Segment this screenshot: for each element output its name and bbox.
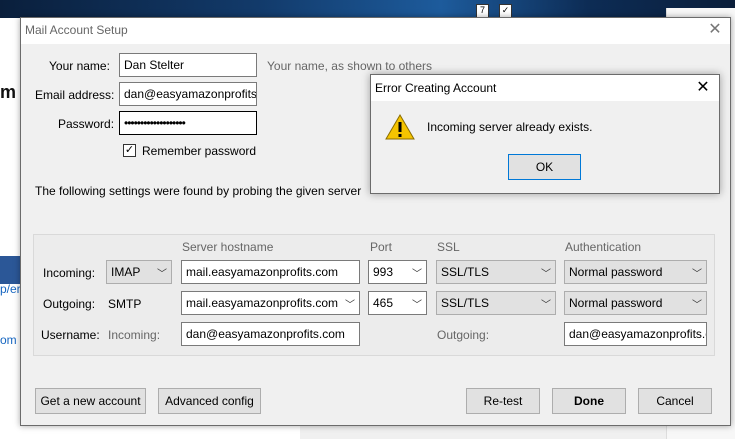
background-footer	[0, 426, 300, 439]
your-name-label: Your name:	[49, 59, 110, 73]
incoming-ssl-select[interactable]: SSL/TLS ﹀	[436, 260, 556, 284]
incoming-auth-select[interactable]: Normal password ﹀	[564, 260, 707, 284]
password-label: Password:	[58, 117, 115, 131]
dialog-title: Mail Account Setup	[25, 23, 128, 37]
advanced-config-button[interactable]: Advanced config	[158, 388, 261, 414]
incoming-ssl-value: SSL/TLS	[441, 265, 490, 279]
cancel-button[interactable]: Cancel	[638, 388, 712, 414]
retest-button[interactable]: Re-test	[466, 388, 540, 414]
outgoing-label: Outgoing:	[43, 297, 96, 311]
remember-password-checkbox[interactable]: ✓	[123, 144, 136, 157]
column-authentication: Authentication	[565, 240, 642, 254]
outgoing-hostname-select[interactable]: mail.easyamazonprofits.com ﹀	[181, 291, 360, 315]
incoming-protocol-value: IMAP	[111, 265, 141, 279]
incoming-username-input[interactable]: dan@easyamazonprofits.com	[181, 322, 360, 346]
done-button[interactable]: Done	[552, 388, 626, 414]
column-server-hostname: Server hostname	[182, 240, 274, 254]
background-toolbar-icons: 7 ✓	[476, 2, 522, 18]
background-heading-fragment: m	[0, 82, 17, 102]
column-port: Port	[370, 240, 393, 254]
warning-icon	[385, 113, 415, 141]
email-label: Email address:	[35, 88, 115, 102]
error-dialog-title: Error Creating Account	[375, 81, 497, 95]
server-settings-group: Server hostname Port SSL Authentication …	[33, 234, 715, 356]
username-incoming-label: Incoming:	[108, 328, 161, 342]
username-label: Username:	[41, 328, 100, 342]
chevron-down-icon: ﹀	[692, 300, 702, 311]
outgoing-ssl-value: SSL/TLS	[441, 296, 490, 310]
your-name-hint: Your name, as shown to others	[267, 59, 432, 73]
outgoing-port-select[interactable]: 465 ﹀	[368, 291, 427, 315]
incoming-hostname-input[interactable]: mail.easyamazonprofits.com	[181, 260, 360, 284]
column-ssl: SSL	[437, 240, 460, 254]
chevron-down-icon: ﹀	[541, 300, 551, 311]
incoming-auth-value: Normal password	[569, 265, 663, 279]
probe-result-text: The following settings were found by pro…	[35, 184, 362, 198]
get-new-account-button[interactable]: Get a new account	[35, 388, 146, 414]
error-dialog: Error Creating Account ✕ Incoming server…	[370, 74, 720, 194]
dialog-close-icon[interactable]: ✕	[705, 20, 725, 40]
error-dialog-close-icon[interactable]: ✕	[693, 78, 713, 98]
your-name-input[interactable]: Dan Stelter	[119, 53, 257, 77]
username-outgoing-label: Outgoing:	[437, 328, 490, 342]
outgoing-ssl-select[interactable]: SSL/TLS ﹀	[436, 291, 556, 315]
password-input[interactable]: •••••••••••••••••••	[119, 111, 257, 135]
chevron-down-icon: ﹀	[345, 300, 355, 311]
chevron-down-icon: ﹀	[157, 269, 167, 280]
outgoing-protocol: SMTP	[108, 297, 142, 311]
remember-password-label: Remember password	[142, 144, 257, 158]
incoming-label: Incoming:	[43, 266, 96, 280]
chevron-down-icon: ﹀	[692, 269, 702, 280]
error-message: Incoming server already exists.	[427, 120, 593, 134]
background-link-fragment[interactable]: p/er	[0, 282, 21, 296]
chevron-down-icon: ﹀	[412, 300, 422, 311]
ok-button[interactable]: OK	[508, 154, 581, 180]
outgoing-port-value: 465	[373, 296, 394, 310]
outgoing-hostname-value: mail.easyamazonprofits.com	[186, 296, 339, 310]
incoming-protocol-select[interactable]: IMAP ﹀	[106, 260, 172, 284]
email-input[interactable]: dan@easyamazonprofits	[119, 82, 257, 106]
chevron-down-icon: ﹀	[412, 269, 422, 280]
incoming-port-value: 993	[373, 265, 394, 279]
calendar-icon[interactable]: 7	[476, 4, 489, 18]
tasks-icon[interactable]: ✓	[499, 4, 512, 18]
background-link-fragment-2[interactable]: om	[0, 333, 17, 347]
outgoing-username-input[interactable]: dan@easyamazonprofits.c	[564, 322, 707, 346]
background-banner	[0, 0, 735, 18]
incoming-port-select[interactable]: 993 ﹀	[368, 260, 427, 284]
outgoing-auth-select[interactable]: Normal password ﹀	[564, 291, 707, 315]
chevron-down-icon: ﹀	[541, 269, 551, 280]
outgoing-auth-value: Normal password	[569, 296, 663, 310]
